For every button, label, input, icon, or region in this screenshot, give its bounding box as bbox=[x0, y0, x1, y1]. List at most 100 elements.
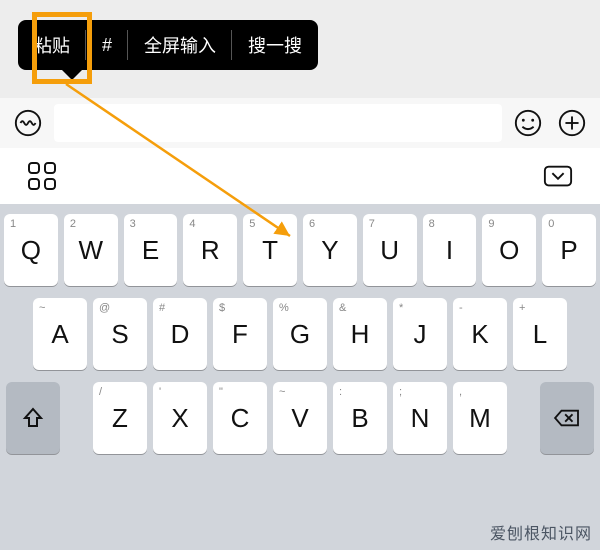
key-main-label: T bbox=[262, 235, 278, 266]
key-v[interactable]: ~V bbox=[273, 382, 327, 454]
key-main-label: B bbox=[351, 403, 368, 434]
keyboard-row-3: /Z'X"C~V:B;N,M bbox=[4, 382, 596, 454]
key-n[interactable]: ;N bbox=[393, 382, 447, 454]
key-secondary-label: ' bbox=[159, 386, 161, 398]
key-main-label: N bbox=[411, 403, 430, 434]
key-e[interactable]: 3E bbox=[124, 214, 178, 286]
key-secondary-label: - bbox=[459, 302, 463, 314]
key-main-label: L bbox=[533, 319, 547, 350]
key-secondary-label: 7 bbox=[369, 218, 375, 230]
key-t[interactable]: 5T bbox=[243, 214, 297, 286]
key-secondary-label: % bbox=[279, 302, 289, 314]
key-main-label: X bbox=[171, 403, 188, 434]
key-main-label: P bbox=[560, 235, 577, 266]
shift-icon bbox=[21, 406, 45, 430]
key-a[interactable]: ~A bbox=[33, 298, 87, 370]
apps-grid-icon bbox=[28, 162, 56, 190]
key-r[interactable]: 4R bbox=[183, 214, 237, 286]
key-secondary-label: 2 bbox=[70, 218, 76, 230]
key-d[interactable]: #D bbox=[153, 298, 207, 370]
key-main-label: W bbox=[78, 235, 103, 266]
more-button[interactable] bbox=[554, 105, 590, 141]
key-q[interactable]: 1Q bbox=[4, 214, 58, 286]
key-main-label: J bbox=[414, 319, 427, 350]
sound-wave-icon bbox=[13, 108, 43, 138]
smile-icon bbox=[513, 108, 543, 138]
key-k[interactable]: -K bbox=[453, 298, 507, 370]
key-p[interactable]: 0P bbox=[542, 214, 596, 286]
key-b[interactable]: :B bbox=[333, 382, 387, 454]
key-secondary-label: , bbox=[459, 386, 462, 398]
key-secondary-label: " bbox=[219, 386, 223, 398]
keyboard: 1Q2W3E4R5T6Y7U8I9O0P ~A@S#D$F%G&H*J-K+L … bbox=[0, 204, 600, 550]
key-secondary-label: ~ bbox=[39, 302, 45, 314]
key-main-label: I bbox=[446, 235, 453, 266]
key-main-label: O bbox=[499, 235, 519, 266]
backspace-icon bbox=[553, 407, 581, 429]
apps-button[interactable] bbox=[24, 158, 60, 194]
key-w[interactable]: 2W bbox=[64, 214, 118, 286]
key-h[interactable]: &H bbox=[333, 298, 387, 370]
key-g[interactable]: %G bbox=[273, 298, 327, 370]
key-secondary-label: 6 bbox=[309, 218, 315, 230]
key-l[interactable]: +L bbox=[513, 298, 567, 370]
key-z[interactable]: /Z bbox=[93, 382, 147, 454]
key-j[interactable]: *J bbox=[393, 298, 447, 370]
key-main-label: Z bbox=[112, 403, 128, 434]
key-i[interactable]: 8I bbox=[423, 214, 477, 286]
key-secondary-label: 9 bbox=[488, 218, 494, 230]
shift-key[interactable] bbox=[6, 382, 60, 454]
keyboard-row-2: ~A@S#D$F%G&H*J-K+L bbox=[4, 298, 596, 370]
key-secondary-label: 3 bbox=[130, 218, 136, 230]
fullscreen-input-menu-item[interactable]: 全屏输入 bbox=[128, 20, 232, 70]
key-main-label: C bbox=[231, 403, 250, 434]
collapse-keyboard-button[interactable] bbox=[540, 158, 576, 194]
key-secondary-label: 5 bbox=[249, 218, 255, 230]
key-y[interactable]: 6Y bbox=[303, 214, 357, 286]
key-secondary-label: $ bbox=[219, 302, 225, 314]
key-secondary-label: / bbox=[99, 386, 102, 398]
key-main-label: M bbox=[469, 403, 491, 434]
key-main-label: H bbox=[351, 319, 370, 350]
plus-icon bbox=[557, 108, 587, 138]
hash-menu-item[interactable]: # bbox=[86, 20, 128, 70]
key-secondary-label: 1 bbox=[10, 218, 16, 230]
key-secondary-label: 8 bbox=[429, 218, 435, 230]
backspace-key[interactable] bbox=[540, 382, 594, 454]
key-f[interactable]: $F bbox=[213, 298, 267, 370]
key-main-label: E bbox=[142, 235, 159, 266]
key-main-label: D bbox=[171, 319, 190, 350]
key-secondary-label: ~ bbox=[279, 386, 285, 398]
key-u[interactable]: 7U bbox=[363, 214, 417, 286]
key-main-label: Q bbox=[21, 235, 41, 266]
key-x[interactable]: 'X bbox=[153, 382, 207, 454]
key-main-label: U bbox=[380, 235, 399, 266]
key-secondary-label: + bbox=[519, 302, 525, 314]
key-main-label: A bbox=[51, 319, 68, 350]
key-c[interactable]: "C bbox=[213, 382, 267, 454]
key-secondary-label: * bbox=[399, 302, 403, 314]
emoji-button[interactable] bbox=[510, 105, 546, 141]
voice-input-button[interactable] bbox=[10, 105, 46, 141]
search-menu-item[interactable]: 搜一搜 bbox=[232, 20, 318, 70]
message-text-input[interactable] bbox=[54, 104, 502, 142]
key-main-label: R bbox=[201, 235, 220, 266]
key-o[interactable]: 9O bbox=[482, 214, 536, 286]
paste-menu-item[interactable]: 粘贴 bbox=[18, 20, 86, 70]
key-secondary-label: 4 bbox=[189, 218, 195, 230]
key-secondary-label: 0 bbox=[548, 218, 554, 230]
key-secondary-label: # bbox=[159, 302, 165, 314]
key-m[interactable]: ,M bbox=[453, 382, 507, 454]
key-secondary-label: : bbox=[339, 386, 342, 398]
key-main-label: S bbox=[111, 319, 128, 350]
key-secondary-label: @ bbox=[99, 302, 110, 314]
context-menu: 粘贴 # 全屏输入 搜一搜 bbox=[18, 20, 318, 70]
chevron-down-icon bbox=[543, 161, 573, 191]
key-secondary-label: & bbox=[339, 302, 346, 314]
key-main-label: G bbox=[290, 319, 310, 350]
key-secondary-label: ; bbox=[399, 386, 402, 398]
key-main-label: Y bbox=[321, 235, 338, 266]
key-s[interactable]: @S bbox=[93, 298, 147, 370]
keyboard-row-1: 1Q2W3E4R5T6Y7U8I9O0P bbox=[4, 214, 596, 286]
key-main-label: F bbox=[232, 319, 248, 350]
